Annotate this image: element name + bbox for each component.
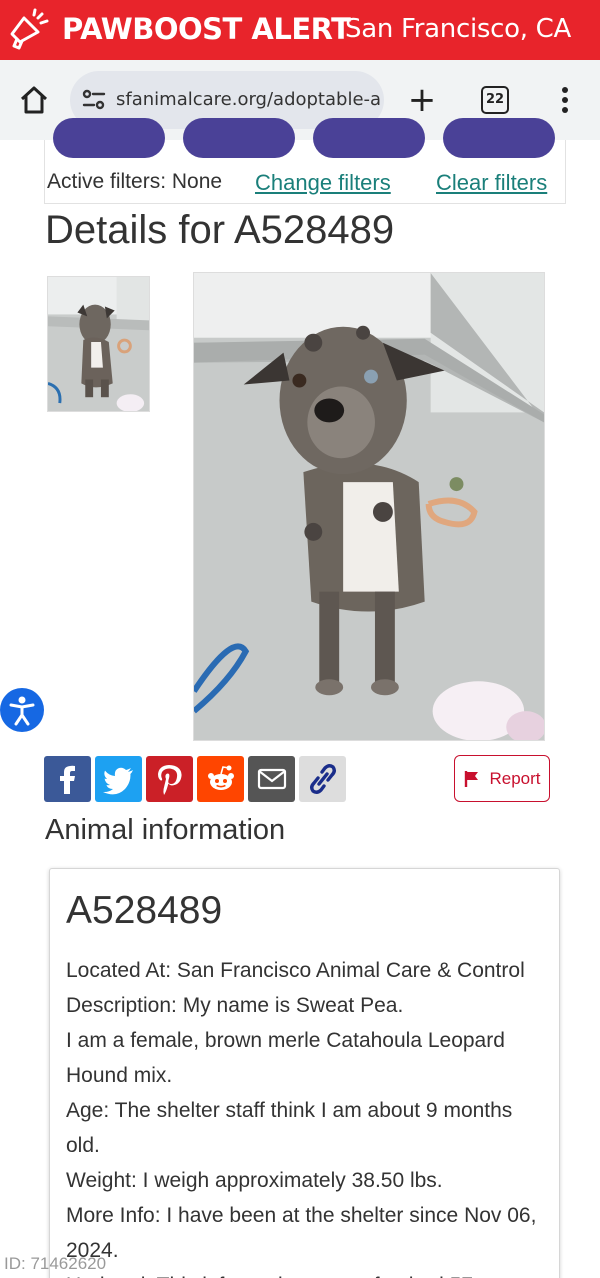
dog-thumbnail-image [48, 277, 149, 411]
alert-location: San Francisco, CA [345, 14, 571, 44]
share-buttons [44, 756, 346, 802]
dog-photo-image [194, 273, 544, 740]
flag-icon [465, 770, 479, 787]
megaphone-icon [10, 8, 49, 50]
info-line-breed: I am a female, brown merle Catahoula Leo… [66, 1029, 505, 1052]
report-label: Report [489, 768, 541, 788]
site-settings-icon[interactable] [82, 89, 106, 111]
info-line-more-info-cont: 2024. [66, 1239, 119, 1262]
info-line-updated: Updated: This information was refreshed … [66, 1268, 554, 1278]
filter-pill-button[interactable] [313, 118, 425, 158]
active-filters-text: Active filters: None [47, 170, 223, 193]
pinterest-share-button[interactable] [146, 756, 193, 802]
more-vert-icon[interactable] [553, 84, 577, 116]
info-line-location: Located At: San Francisco Animal Care & … [66, 959, 525, 982]
home-icon[interactable] [18, 84, 50, 116]
animal-information-heading: Animal information [45, 814, 286, 846]
info-line-description: Description: My name is Sweat Pea. [66, 994, 404, 1017]
twitter-icon [102, 767, 133, 795]
page-title: Details for A528489 [45, 208, 395, 252]
tabs-icon[interactable]: 22 [481, 86, 509, 114]
report-button[interactable]: Report [454, 755, 550, 802]
animal-id: A528489 [66, 889, 223, 932]
dog-main-photo[interactable] [193, 272, 545, 741]
alert-id-label: ID: 71462620 [4, 1254, 107, 1273]
accessibility-icon [9, 696, 35, 726]
info-line-age-cont: old. [66, 1134, 100, 1157]
facebook-share-button[interactable] [44, 756, 91, 802]
pawboost-alert-banner: PAWBOOST ALERT San Francisco, CA [0, 0, 600, 60]
info-line-age: Age: The shelter staff think I am about … [66, 1099, 513, 1122]
link-icon [309, 764, 336, 794]
reddit-share-button[interactable] [197, 756, 244, 802]
copy-link-button[interactable] [299, 756, 346, 802]
accessibility-button[interactable] [0, 688, 44, 732]
filter-pill-button[interactable] [183, 118, 295, 158]
email-share-button[interactable] [248, 756, 295, 802]
url-text[interactable]: sfanimalcare.org/adoptable-a [116, 89, 381, 110]
alert-title: PAWBOOST ALERT [62, 12, 351, 46]
twitter-share-button[interactable] [95, 756, 142, 802]
facebook-icon [59, 765, 75, 794]
new-tab-icon[interactable]: + [406, 82, 438, 118]
filter-pill-button[interactable] [53, 118, 165, 158]
reddit-icon [207, 765, 234, 790]
animal-info-card: A528489 Located At: San Francisco Animal… [49, 868, 560, 1278]
email-icon [257, 768, 286, 790]
animal-info-text: Located At: San Francisco Animal Care & … [66, 953, 554, 1278]
info-line-weight: Weight: I weigh approximately 38.50 lbs. [66, 1169, 443, 1192]
filter-pill-button[interactable] [443, 118, 555, 158]
filter-bar: Active filters: None Change filters Clea… [44, 118, 566, 204]
change-filters-link[interactable]: Change filters [255, 170, 391, 196]
clear-filters-link[interactable]: Clear filters [436, 170, 547, 196]
info-line-more-info: More Info: I have been at the shelter si… [66, 1204, 537, 1227]
pinterest-icon [157, 765, 182, 795]
info-line-breed-cont: Hound mix. [66, 1064, 173, 1087]
photo-thumbnail[interactable] [47, 276, 150, 412]
